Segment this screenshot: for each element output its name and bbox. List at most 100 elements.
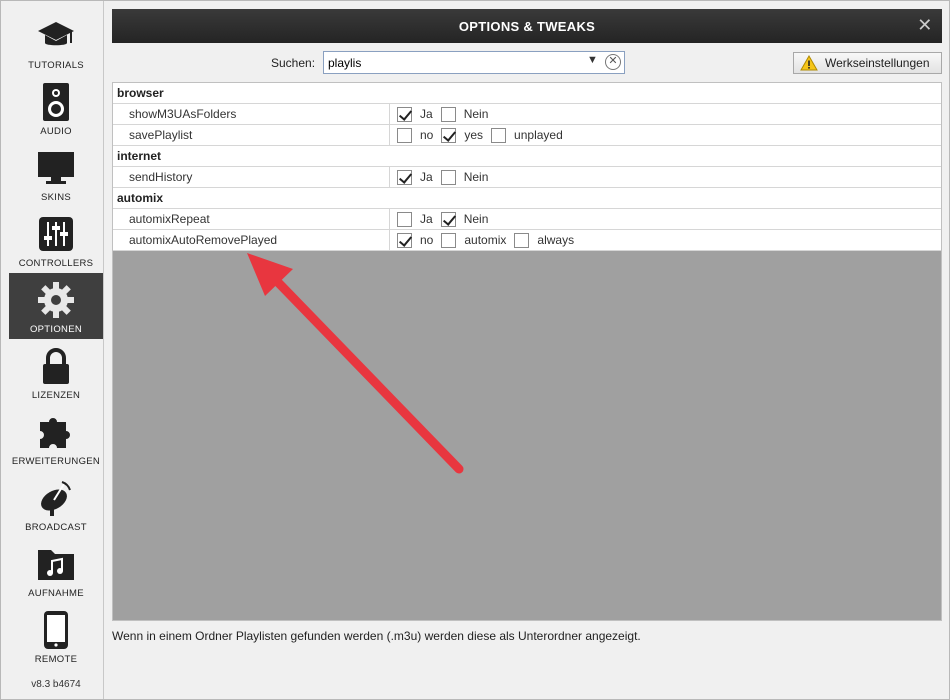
sidebar-item-controllers[interactable]: CONTROLLERS	[9, 207, 103, 273]
option-description: Wenn in einem Ordner Playlisten gefunden…	[112, 629, 641, 643]
option-choice[interactable]: Nein	[440, 211, 489, 227]
sliders-icon	[9, 213, 103, 255]
factory-reset-label: Werkseinstellungen	[825, 56, 930, 70]
option-row: automixAutoRemovePlayed no automix always	[113, 230, 941, 251]
column-divider	[389, 104, 390, 124]
option-name: savePlaylist	[129, 128, 193, 142]
option-choice[interactable]: Nein	[440, 106, 489, 122]
sidebar-item-skins[interactable]: SKINS	[9, 141, 103, 207]
option-choice[interactable]: yes	[441, 127, 484, 143]
music-folder-icon	[9, 543, 103, 585]
option-choice[interactable]: unplayed	[491, 127, 563, 143]
checkbox-label: no	[420, 128, 434, 142]
sidebar-item-label: OPTIONEN	[29, 324, 82, 335]
puzzle-icon	[9, 411, 103, 453]
option-choice[interactable]: Nein	[440, 169, 489, 185]
sidebar-item-label: ERWEITERUNGEN	[11, 456, 101, 467]
checkbox[interactable]	[441, 232, 457, 248]
sidebar-item-erweiterungen[interactable]: ERWEITERUNGEN	[9, 405, 103, 471]
sidebar-item-label: REMOTE	[34, 654, 78, 665]
checkbox-label: yes	[464, 128, 484, 142]
checkbox-label: Ja	[420, 212, 433, 226]
column-divider	[389, 230, 390, 250]
sidebar-item-label: SKINS	[40, 192, 71, 203]
sidebar-item-label: AUFNAHME	[28, 588, 84, 599]
lock-icon	[9, 345, 103, 387]
checkbox[interactable]	[491, 127, 507, 143]
sidebar-item-lizenzen[interactable]: LIZENZEN	[9, 339, 103, 405]
checkbox[interactable]	[397, 169, 412, 185]
option-choices: no automix always	[397, 230, 582, 250]
checkbox[interactable]	[441, 127, 457, 143]
section-header: internet	[113, 146, 941, 167]
search-input[interactable]	[328, 54, 578, 71]
sidebar-item-label: CONTROLLERS	[18, 258, 94, 269]
speaker-icon	[9, 81, 103, 123]
checkbox-label: Nein	[463, 170, 489, 184]
option-row: showM3UAsFolders Ja Nein	[113, 104, 941, 125]
column-divider	[389, 167, 390, 187]
column-divider	[389, 125, 390, 145]
checkbox[interactable]	[440, 106, 456, 122]
satellite-dish-icon	[9, 477, 103, 519]
sidebar-item-tutorials[interactable]: TUTORIALS	[9, 9, 103, 75]
sidebar-item-label: LIZENZEN	[31, 390, 81, 401]
checkbox-label: no	[420, 233, 434, 247]
option-name: automixRepeat	[129, 212, 210, 226]
option-choice[interactable]: no	[397, 232, 434, 248]
factory-reset-button[interactable]: Werkseinstellungen	[793, 52, 942, 74]
section-header: automix	[113, 188, 941, 209]
checkbox[interactable]	[397, 127, 412, 143]
sidebar: TUTORIALS AUDIO SKINS CONTROLLERS OPTIONEN LI…	[1, 1, 104, 699]
graduation-cap-icon	[9, 15, 103, 57]
checkbox[interactable]	[440, 169, 456, 185]
checkbox[interactable]	[440, 211, 456, 227]
checkbox-label: always	[537, 233, 575, 247]
sidebar-item-aufnahme[interactable]: AUFNAHME	[9, 537, 103, 603]
options-titlebar: OPTIONS & TWEAKS ✕	[112, 9, 942, 43]
checkbox[interactable]	[397, 106, 412, 122]
option-choice[interactable]: Ja	[397, 211, 433, 227]
smartphone-icon	[9, 609, 103, 651]
checkbox[interactable]	[514, 232, 530, 248]
checkbox-label: Nein	[463, 212, 489, 226]
option-row: automixRepeat Ja Nein	[113, 209, 941, 230]
section-header: browser	[113, 83, 941, 104]
checkbox[interactable]	[397, 232, 412, 248]
search-label: Suchen:	[271, 56, 316, 70]
option-choice[interactable]: Ja	[397, 169, 433, 185]
checkbox-label: automix	[464, 233, 507, 247]
close-icon[interactable]: ✕	[916, 16, 934, 34]
sidebar-item-audio[interactable]: AUDIO	[9, 75, 103, 141]
column-divider	[389, 209, 390, 229]
option-choice[interactable]: always	[514, 232, 575, 248]
checkbox-label: unplayed	[514, 128, 563, 142]
option-choice[interactable]: Ja	[397, 106, 433, 122]
checkbox[interactable]	[397, 211, 412, 227]
option-choice[interactable]: automix	[441, 232, 507, 248]
version-label: v8.3 b4674	[31, 679, 81, 690]
option-choice[interactable]: no	[397, 127, 434, 143]
checkbox-label: Nein	[463, 107, 489, 121]
option-name: automixAutoRemovePlayed	[129, 233, 278, 247]
option-row: sendHistory Ja Nein	[113, 167, 941, 188]
clear-search-icon[interactable]: ✕	[605, 54, 621, 70]
checkbox-label: Ja	[420, 107, 433, 121]
gear-icon	[9, 279, 103, 321]
monitor-icon	[9, 147, 103, 189]
checkbox-label: Ja	[420, 170, 433, 184]
sidebar-item-remote[interactable]: REMOTE	[9, 603, 103, 669]
search-box[interactable]: ▼ ✕	[323, 51, 625, 74]
options-table: browser showM3UAsFolders Ja Nein savePlaylis…	[113, 83, 941, 251]
option-choices: Ja Nein	[397, 209, 496, 229]
window-title: OPTIONS & TWEAKS	[458, 18, 596, 34]
chevron-down-icon[interactable]: ▼	[587, 54, 598, 66]
sidebar-item-optionen[interactable]: OPTIONEN	[9, 273, 103, 339]
option-choices: Ja Nein	[397, 167, 496, 187]
options-panel: browser showM3UAsFolders Ja Nein savePlaylis…	[112, 82, 942, 621]
sidebar-item-broadcast[interactable]: BROADCAST	[9, 471, 103, 537]
sidebar-item-label: TUTORIALS	[28, 60, 84, 71]
option-row: savePlaylist no yes unplayed	[113, 125, 941, 146]
warning-icon	[800, 55, 818, 71]
sidebar-item-label: AUDIO	[40, 126, 72, 137]
